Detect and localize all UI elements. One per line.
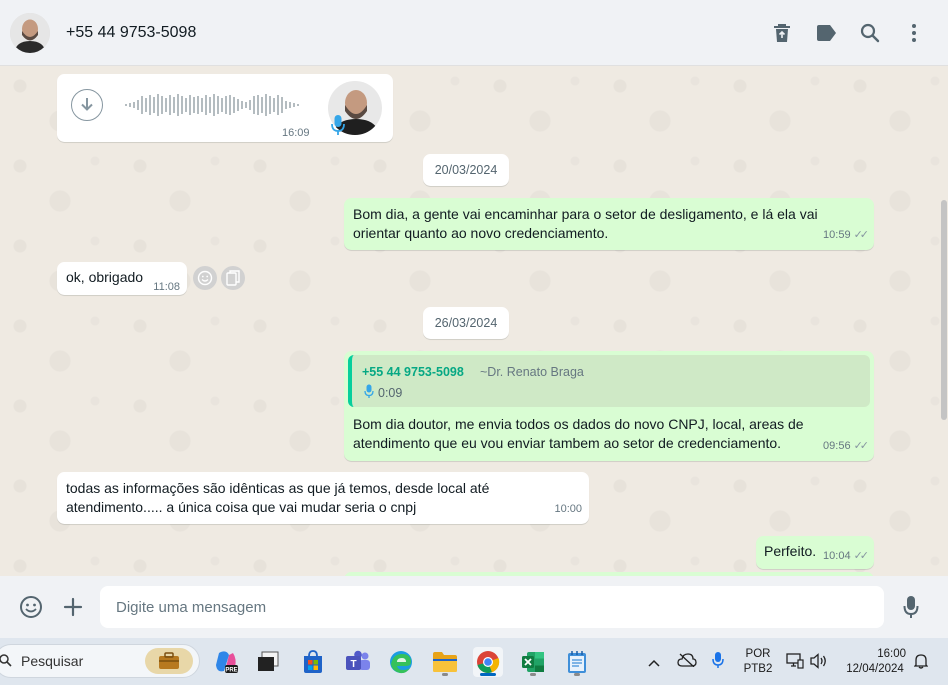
message-time: 11:08 <box>153 281 180 293</box>
download-icon[interactable] <box>71 89 103 121</box>
svg-text:PRE: PRE <box>225 668 237 674</box>
microsoft-store-icon[interactable] <box>298 647 328 677</box>
message-text: Bom dia, a gente vai encaminhar para o s… <box>353 206 818 241</box>
voice-time: 16:09 <box>282 127 310 139</box>
search-label: Pesquisar <box>21 653 84 669</box>
message-time: 10:00 <box>554 503 582 515</box>
double-check-icon: ✓✓ <box>853 229 870 241</box>
incoming-message[interactable]: todas as informações são idênticas as qu… <box>57 472 589 524</box>
message-time: 09:56 <box>823 440 851 452</box>
double-check-icon: ✓✓ <box>853 440 870 452</box>
svg-text:T: T <box>350 659 356 670</box>
incoming-message[interactable]: ok, obrigado 11:08 <box>57 262 187 295</box>
system-clock[interactable]: 16:00 12/04/2024 <box>840 647 910 677</box>
double-check-icon: ✓✓ <box>853 550 870 562</box>
menu-icon[interactable] <box>892 13 936 53</box>
message-list[interactable]: 16:09 20/03/2024 Bom dia, a gente vai en… <box>0 66 948 576</box>
contact-name[interactable]: +55 44 9753-5098 <box>66 24 760 42</box>
quoted-voice-message[interactable]: +55 44 9753-5098 ~Dr. Renato Braga 0:09 <box>348 355 870 407</box>
attach-plus-icon[interactable] <box>52 586 94 628</box>
active-indicator <box>480 673 496 676</box>
date-divider: 26/03/2024 <box>423 307 509 339</box>
search-icon[interactable] <box>848 13 892 53</box>
outgoing-message-with-quote[interactable]: +55 44 9753-5098 ~Dr. Renato Braga 0:09 … <box>344 351 874 461</box>
keyboard-layout: PTB2 <box>743 663 773 675</box>
notepad-icon[interactable] <box>562 647 592 677</box>
copy-icon[interactable] <box>221 266 245 290</box>
chat-header: +55 44 9753-5098 <box>0 0 948 66</box>
label-icon[interactable] <box>804 13 848 53</box>
show-hidden-icons-chevron-icon[interactable] <box>648 654 660 672</box>
clock-date: 12/04/2024 <box>846 663 904 675</box>
microphone-in-use-icon[interactable] <box>712 651 724 674</box>
emoji-icon[interactable] <box>10 586 52 628</box>
message-composer <box>0 576 948 638</box>
taskbar-search[interactable]: Pesquisar <box>0 644 200 678</box>
date-divider: 20/03/2024 <box>423 154 509 186</box>
clock-time: 16:00 <box>877 648 906 660</box>
file-explorer-icon[interactable] <box>430 647 460 677</box>
edge-icon[interactable] <box>386 647 416 677</box>
message-time: 10:59 <box>823 229 851 241</box>
windows-taskbar: Pesquisar PRE T POR PTB2 16:00 12/04/202… <box>0 638 948 685</box>
contact-avatar[interactable] <box>10 12 50 53</box>
message-text: ok, obrigado <box>66 269 144 285</box>
message-text: Bom dia doutor, me envia todos os dados … <box>353 416 804 451</box>
waveform[interactable] <box>125 92 303 118</box>
scrollbar-thumb[interactable] <box>941 200 947 420</box>
running-indicator <box>530 673 536 676</box>
briefcase-icon <box>145 648 193 674</box>
excel-icon[interactable] <box>518 647 548 677</box>
input-language-indicator[interactable]: POR PTB2 <box>742 647 774 677</box>
volume-icon[interactable] <box>809 653 829 674</box>
message-input[interactable] <box>100 586 884 628</box>
quote-duration: 0:09 <box>378 386 403 400</box>
running-indicator <box>442 673 448 676</box>
copilot-icon[interactable]: PRE <box>211 647 241 677</box>
outgoing-message[interactable]: Perfeito. 10:04 ✓✓ <box>756 536 874 569</box>
notifications-bell-icon[interactable] <box>913 653 929 674</box>
language-code: POR <box>745 648 771 660</box>
search-icon <box>0 654 12 667</box>
message-time: 10:04 <box>823 550 851 562</box>
quote-sender: +55 44 9753-5098 <box>362 365 464 379</box>
outgoing-message[interactable]: Bom dia, a gente vai encaminhar para o s… <box>344 198 874 250</box>
cloud-offline-icon[interactable] <box>677 653 697 672</box>
voice-mic-icon <box>331 115 345 135</box>
delete-chat-icon[interactable] <box>760 13 804 53</box>
task-view-icon[interactable] <box>253 647 283 677</box>
message-text: Perfeito. <box>764 543 817 559</box>
teams-icon[interactable]: T <box>343 647 373 677</box>
microphone-icon[interactable] <box>890 586 932 628</box>
running-indicator <box>574 673 580 676</box>
message-text: todas as informações são idênticas as qu… <box>66 480 490 515</box>
voice-message[interactable]: 16:09 <box>57 74 393 142</box>
quote-alias: ~Dr. Renato Braga <box>480 365 584 379</box>
chrome-icon[interactable] <box>473 647 503 677</box>
quote-mic-icon <box>364 384 374 398</box>
react-emoji-icon[interactable] <box>193 266 217 290</box>
network-icon[interactable] <box>786 653 804 674</box>
